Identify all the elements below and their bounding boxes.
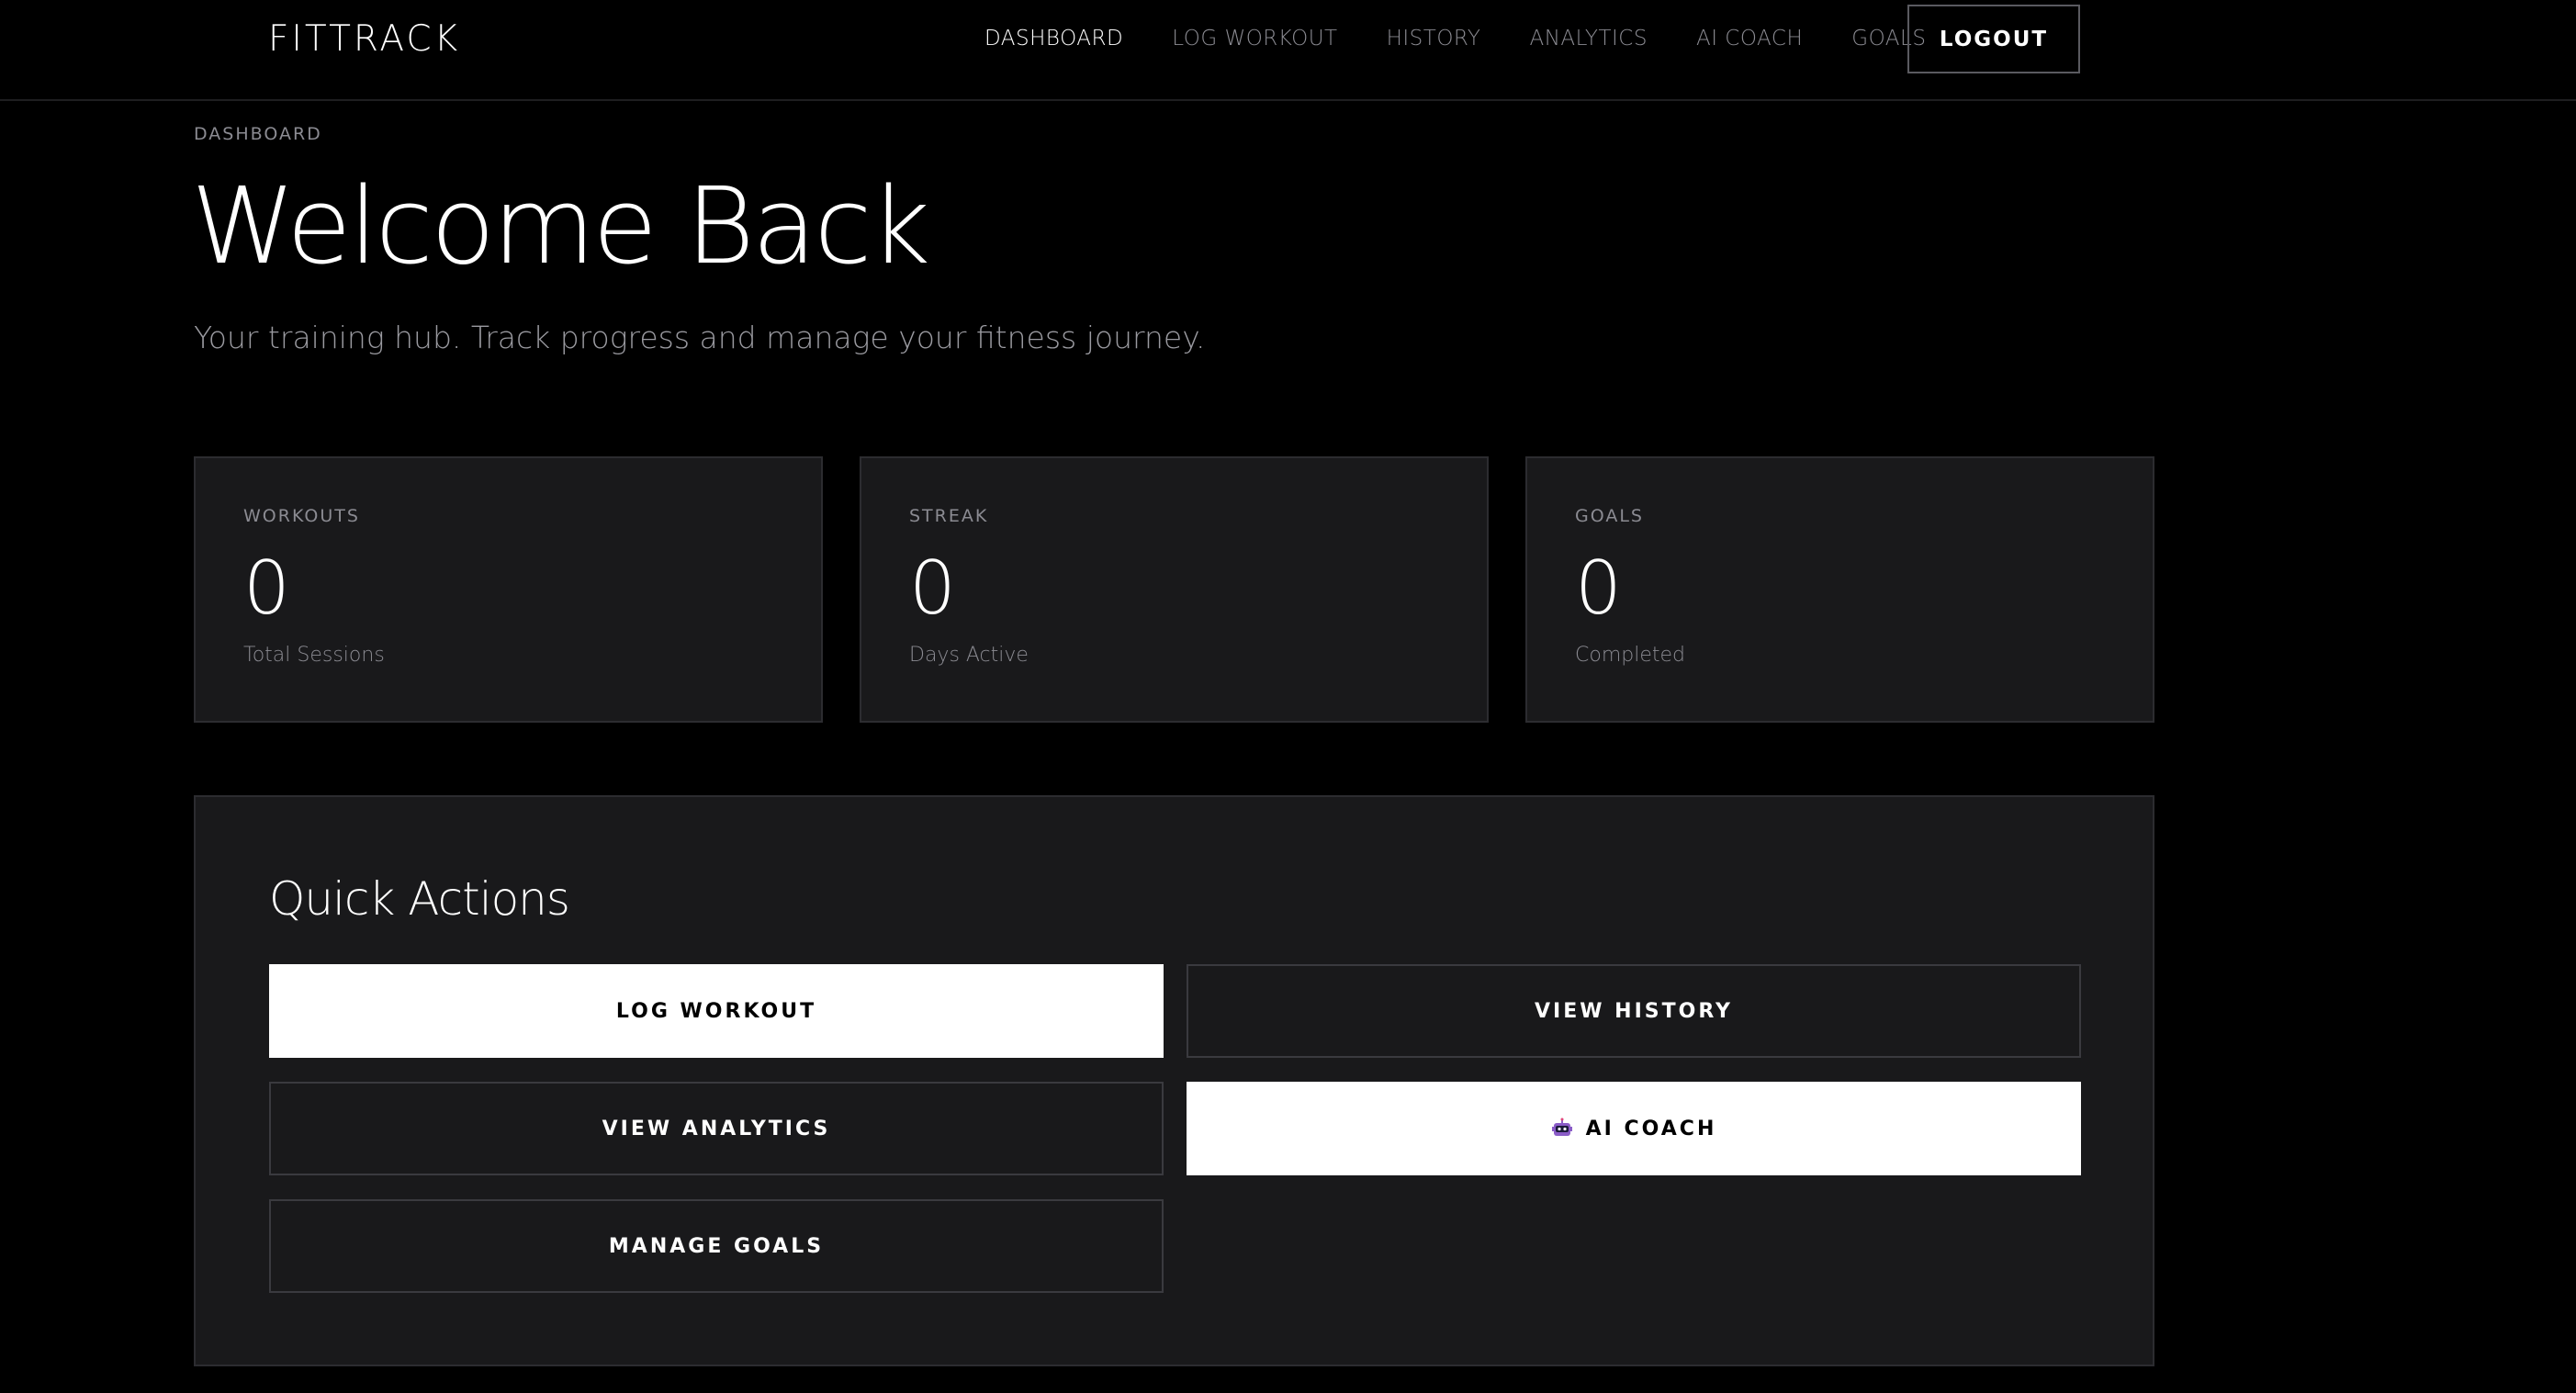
- log-workout-button[interactable]: LOG WORKOUT: [269, 964, 1164, 1058]
- stat-caption: Days Active: [909, 644, 1029, 667]
- brand-logo[interactable]: FITTRACK: [268, 18, 460, 60]
- nav-links: DASHBOARD LOG WORKOUT HISTORY ANALYTICS …: [984, 27, 1926, 51]
- button-label: MANAGE GOALS: [608, 1234, 825, 1258]
- stat-caption: Completed: [1575, 644, 1685, 667]
- stat-card-streak: STREAK 0 Days Active: [860, 456, 1489, 723]
- stat-label: STREAK: [909, 506, 989, 526]
- quick-actions-title: Quick Actions: [269, 872, 570, 926]
- stat-label: WORKOUTS: [243, 506, 360, 526]
- stat-card-workouts: WORKOUTS 0 Total Sessions: [194, 456, 823, 723]
- nav-link-log-workout[interactable]: LOG WORKOUT: [1172, 27, 1337, 51]
- breadcrumb: DASHBOARD: [194, 124, 322, 144]
- stat-label: GOALS: [1575, 506, 1644, 526]
- stat-value: 0: [243, 545, 290, 631]
- button-label: LOG WORKOUT: [615, 999, 817, 1023]
- button-label: VIEW ANALYTICS: [602, 1117, 831, 1140]
- stat-caption: Total Sessions: [243, 644, 385, 667]
- button-label: VIEW HISTORY: [1535, 999, 1733, 1023]
- stat-value: 0: [1575, 545, 1622, 631]
- page-subtitle: Your training hub. Track progress and ma…: [194, 320, 1206, 355]
- logout-button[interactable]: LOGOUT: [1907, 5, 2080, 73]
- button-label: AI COACH: [1585, 1117, 1717, 1140]
- manage-goals-button[interactable]: MANAGE GOALS: [269, 1199, 1164, 1293]
- page-title: Welcome Back: [191, 165, 930, 288]
- stats-row: WORKOUTS 0 Total Sessions STREAK 0 Days …: [194, 456, 2154, 723]
- stat-card-goals: GOALS 0 Completed: [1525, 456, 2154, 723]
- view-analytics-button[interactable]: VIEW ANALYTICS: [269, 1082, 1164, 1175]
- nav-link-analytics[interactable]: ANALYTICS: [1529, 27, 1647, 51]
- nav-link-ai-coach[interactable]: AI COACH: [1696, 27, 1803, 51]
- view-history-button[interactable]: VIEW HISTORY: [1187, 964, 2081, 1058]
- nav-link-history[interactable]: HISTORY: [1387, 27, 1481, 51]
- nav-link-dashboard[interactable]: DASHBOARD: [984, 27, 1123, 51]
- top-nav: FITTRACK DASHBOARD LOG WORKOUT HISTORY A…: [0, 0, 2576, 101]
- robot-icon: [1551, 1118, 1573, 1140]
- stat-value: 0: [909, 545, 956, 631]
- ai-coach-button[interactable]: AI COACH: [1187, 1082, 2081, 1175]
- quick-actions-panel: Quick Actions LOG WORKOUT VIEW HISTORY V…: [194, 795, 2154, 1366]
